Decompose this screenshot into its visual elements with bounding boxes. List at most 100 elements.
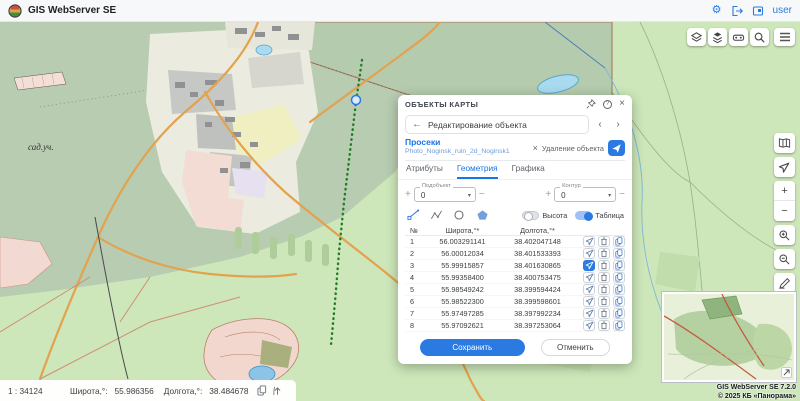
delete-point-button[interactable] bbox=[598, 248, 610, 259]
copy-point-button[interactable] bbox=[613, 296, 625, 307]
locate-point-button[interactable] bbox=[583, 308, 595, 319]
delete-point-button[interactable] bbox=[598, 308, 610, 319]
latitude-value[interactable]: 55.98522300 bbox=[425, 297, 500, 306]
table-row: 256.0001203438.401533393 bbox=[405, 248, 625, 260]
latitude-value[interactable]: 55.97092621 bbox=[425, 321, 500, 330]
zoom-in-icon[interactable]: + bbox=[774, 181, 795, 201]
copy-point-button[interactable] bbox=[613, 320, 625, 331]
table-toggle[interactable] bbox=[575, 211, 592, 220]
layer-stack-icon[interactable] bbox=[708, 28, 727, 46]
subobject-add-button[interactable]: + bbox=[405, 190, 411, 200]
chevron-down-icon: ▾ bbox=[608, 192, 611, 199]
overview-minimap[interactable] bbox=[662, 292, 796, 382]
delete-point-button[interactable] bbox=[598, 320, 610, 331]
zoom-out-icon[interactable]: − bbox=[774, 201, 795, 221]
height-toggle[interactable] bbox=[522, 211, 539, 220]
subobject-remove-button[interactable]: − bbox=[479, 190, 485, 200]
contour-remove-button[interactable]: − bbox=[619, 190, 625, 200]
user-menu[interactable]: user bbox=[773, 5, 792, 16]
cancel-button[interactable]: Отменить bbox=[541, 339, 610, 356]
tab-geometry[interactable]: Геометрия bbox=[457, 163, 498, 179]
vertex-marker[interactable] bbox=[352, 96, 361, 105]
magnify-out-icon[interactable] bbox=[774, 249, 795, 269]
search-icon[interactable] bbox=[750, 28, 769, 46]
close-icon[interactable]: × bbox=[619, 99, 625, 109]
locate-cursor-icon[interactable] bbox=[774, 157, 795, 177]
help-icon[interactable]: ? bbox=[603, 100, 612, 109]
table-row: 855.9709262138.397253064 bbox=[405, 320, 625, 332]
map-area-label: сад.уч. bbox=[28, 142, 54, 152]
edit-map-icon[interactable] bbox=[774, 273, 795, 293]
polyline-tool-icon[interactable] bbox=[429, 209, 443, 221]
copy-point-button[interactable] bbox=[613, 272, 625, 283]
longitude-value[interactable]: 38.399594424 bbox=[500, 285, 575, 294]
tab-graphics[interactable]: Графика bbox=[512, 163, 545, 179]
back-arrow-icon[interactable]: ← bbox=[412, 119, 422, 130]
copy-point-button[interactable] bbox=[613, 308, 625, 319]
apply-geometry-button[interactable] bbox=[608, 140, 625, 156]
delete-point-button[interactable] bbox=[598, 296, 610, 307]
delete-point-button[interactable] bbox=[598, 272, 610, 283]
tab-attributes[interactable]: Атрибуты bbox=[406, 163, 443, 179]
subobject-select[interactable]: Подобъект 0 ▾ bbox=[414, 187, 476, 202]
contour-add-button[interactable]: + bbox=[545, 190, 551, 200]
latitude-value[interactable]: 56.00012034 bbox=[425, 249, 500, 258]
settings-gear-icon[interactable]: ⚙ bbox=[712, 5, 722, 16]
hamburger-menu-icon[interactable] bbox=[774, 28, 795, 46]
locate-point-button[interactable] bbox=[583, 320, 595, 331]
circle-tool-icon[interactable] bbox=[452, 209, 466, 221]
copy-point-button[interactable] bbox=[613, 260, 625, 271]
layers-icon[interactable] bbox=[687, 28, 706, 46]
locate-point-button[interactable] bbox=[583, 296, 595, 307]
delete-point-button[interactable] bbox=[598, 236, 610, 247]
edit-header-title: Редактирование объекта bbox=[428, 120, 527, 130]
delete-point-button[interactable] bbox=[598, 284, 610, 295]
locate-point-button[interactable] bbox=[583, 272, 595, 283]
stereo-3d-icon[interactable] bbox=[729, 28, 748, 46]
latitude-value[interactable]: 55.99915857 bbox=[425, 261, 500, 270]
longitude-value[interactable]: 38.397253064 bbox=[500, 321, 575, 330]
latitude-label: Широта,°: bbox=[70, 386, 108, 396]
pin-panel-icon[interactable] bbox=[586, 99, 596, 109]
point-index: 6 bbox=[405, 297, 425, 306]
longitude-value[interactable]: 38.401533393 bbox=[500, 249, 575, 258]
object-name-link[interactable]: Просеки bbox=[405, 137, 510, 147]
latitude-value[interactable]: 55.98549242 bbox=[425, 285, 500, 294]
logout-icon[interactable] bbox=[731, 5, 743, 17]
longitude-value[interactable]: 38.397992234 bbox=[500, 309, 575, 318]
save-button[interactable]: Сохранить bbox=[420, 339, 525, 356]
polygon-tool-icon[interactable] bbox=[475, 209, 489, 221]
minimap-toggle-button[interactable] bbox=[781, 367, 792, 378]
prev-object-button[interactable]: ‹ bbox=[593, 116, 607, 134]
locate-point-button[interactable] bbox=[583, 236, 595, 247]
longitude-value[interactable]: 38.402047148 bbox=[500, 237, 575, 246]
contour-select[interactable]: Контур 0 ▾ bbox=[554, 187, 616, 202]
locate-point-button[interactable] bbox=[583, 260, 595, 271]
copy-point-button[interactable] bbox=[613, 236, 625, 247]
magnify-in-icon[interactable] bbox=[774, 225, 795, 245]
copy-point-button[interactable] bbox=[613, 248, 625, 259]
longitude-value[interactable]: 38.400753475 bbox=[500, 273, 575, 282]
latitude-value[interactable]: 55.99358400 bbox=[425, 273, 500, 282]
legend-book-icon[interactable] bbox=[774, 133, 795, 153]
copy-coordinates-icon[interactable] bbox=[256, 384, 269, 397]
delete-point-button[interactable] bbox=[598, 260, 610, 271]
latitude-value[interactable]: 55.97497285 bbox=[425, 309, 500, 318]
contour-value: 0 bbox=[561, 191, 565, 200]
map-toolbar bbox=[687, 28, 769, 46]
table-row: 755.9749728538.397992234 bbox=[405, 308, 625, 320]
copy-point-button[interactable] bbox=[613, 284, 625, 295]
point-index: 1 bbox=[405, 237, 425, 246]
arrow-up-icon[interactable] bbox=[271, 384, 284, 397]
map-objects-dialog: ОБЪЕКТЫ КАРТЫ ? × ← Редактирование объек… bbox=[398, 95, 632, 364]
add-point-tool-icon[interactable] bbox=[406, 209, 420, 221]
delete-x-icon[interactable]: × bbox=[533, 144, 538, 153]
locate-point-button[interactable] bbox=[583, 248, 595, 259]
latitude-value[interactable]: 56.003291141 bbox=[425, 237, 500, 246]
locate-point-button[interactable] bbox=[583, 284, 595, 295]
next-object-button[interactable]: › bbox=[611, 116, 625, 134]
longitude-value[interactable]: 38.399598601 bbox=[500, 297, 575, 306]
panel-window-icon[interactable] bbox=[752, 5, 764, 17]
map-scale[interactable]: 1 : 34124 bbox=[8, 386, 60, 396]
longitude-value[interactable]: 38.401630865 bbox=[500, 261, 575, 270]
